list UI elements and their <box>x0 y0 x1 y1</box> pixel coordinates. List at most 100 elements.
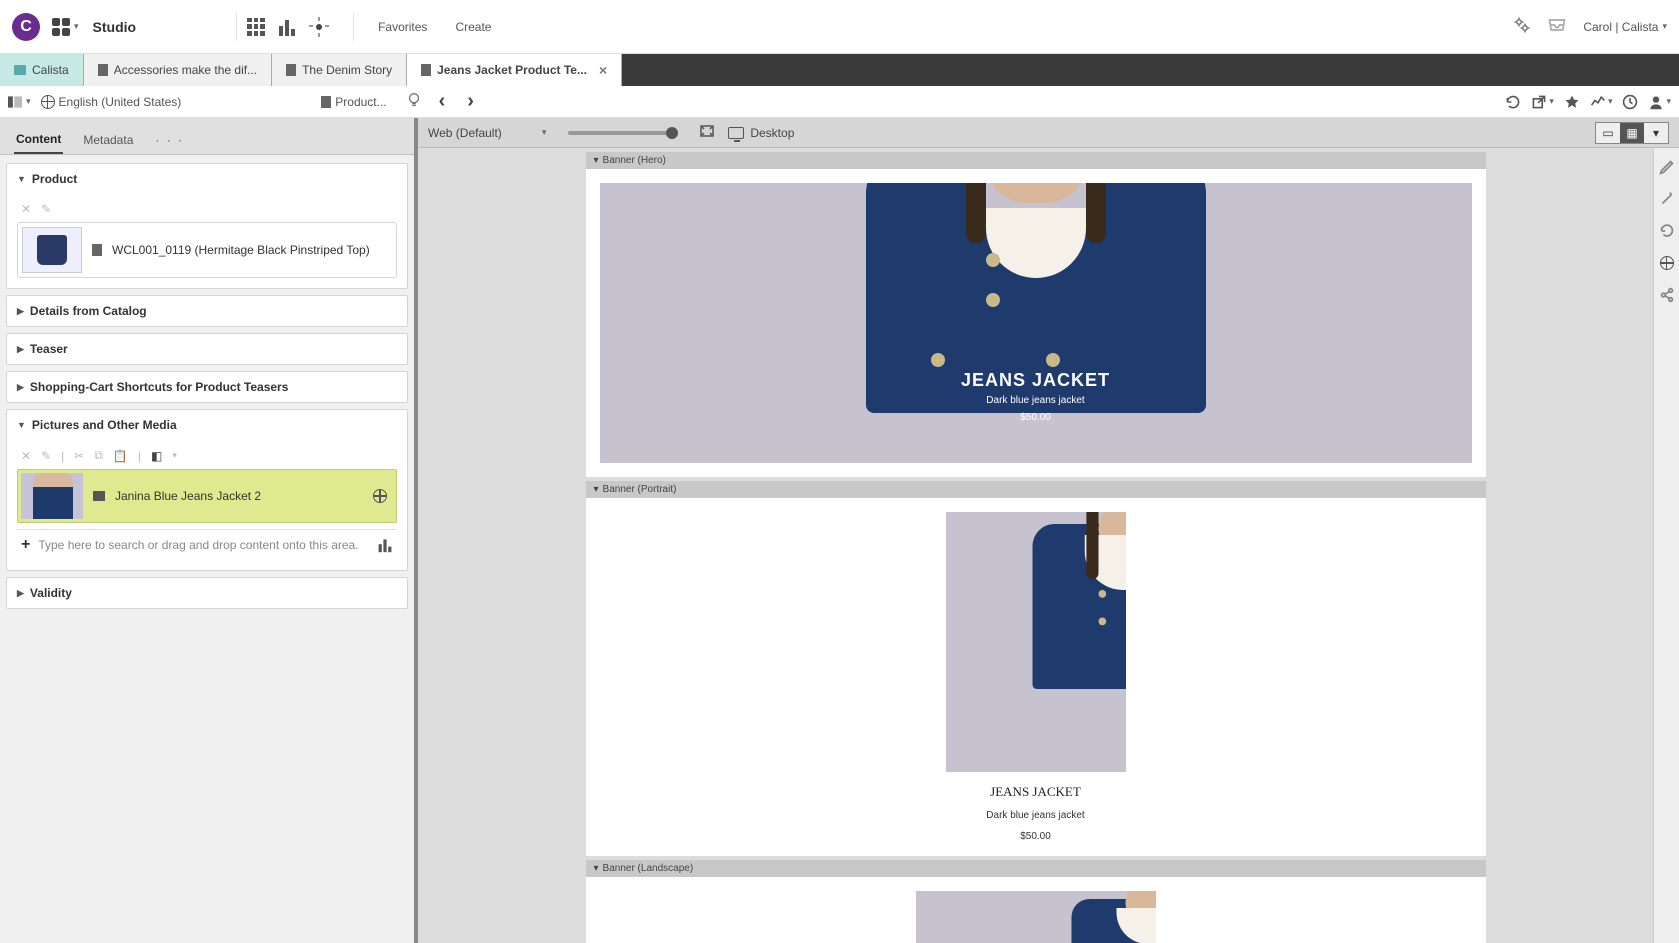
nav-prev[interactable]: ‹ <box>433 90 452 113</box>
breadcrumb-label: Product... <box>335 95 386 109</box>
slider-knob[interactable] <box>666 127 678 139</box>
app-logo[interactable]: C <box>12 13 40 41</box>
document-icon <box>286 64 296 76</box>
section-header[interactable]: ▼ Pictures and Other Media <box>7 410 407 440</box>
section-teaser: ▶ Teaser <box>6 333 408 365</box>
portrait-price: $50.00 <box>600 831 1472 842</box>
section-header[interactable]: ▶ Teaser <box>7 334 407 364</box>
hero-title: JEANS JACKET <box>600 370 1472 391</box>
tab-denim-story[interactable]: The Denim Story <box>272 54 407 86</box>
preview-scroll[interactable]: ▾ Banner (Hero) <box>418 148 1653 943</box>
device-label[interactable]: Desktop <box>728 126 794 140</box>
divider <box>236 13 237 41</box>
caret-down-icon: ▾ <box>1662 21 1667 32</box>
delete-icon[interactable]: ✕ <box>21 202 31 216</box>
cut-icon[interactable]: ✂ <box>74 449 84 463</box>
add-icon[interactable]: + <box>21 536 30 554</box>
create-link[interactable]: Create <box>455 20 491 34</box>
tab-content[interactable]: Content <box>14 126 63 154</box>
block-header-portrait[interactable]: ▾ Banner (Portrait) <box>586 481 1486 498</box>
media-drop-area[interactable]: + Type here to search or drag and drop c… <box>17 529 397 560</box>
settings-icon[interactable] <box>1513 16 1531 37</box>
block-header-landscape[interactable]: ▾ Banner (Landscape) <box>586 860 1486 877</box>
product-breadcrumb[interactable]: Product... <box>321 95 386 109</box>
paste-icon[interactable]: 📋 <box>113 449 128 463</box>
zoom-slider[interactable] <box>568 131 678 135</box>
library-icon[interactable] <box>377 536 393 554</box>
preview-panel: Web (Default) ▾ Desktop ▭ ▦ ▾ ▾ Banner <box>418 118 1679 943</box>
brand-label: Studio <box>93 19 137 35</box>
tab-metadata[interactable]: Metadata <box>81 127 135 153</box>
collapse-icon: ▾ <box>594 863 599 874</box>
device-text: Desktop <box>750 126 794 140</box>
locale-selector[interactable]: English (United States) <box>41 95 182 109</box>
collapse-icon: ▾ <box>594 484 599 495</box>
section-title: Product <box>32 172 77 186</box>
mode-b[interactable]: ▦ <box>1620 123 1644 143</box>
grid-view-button[interactable] <box>247 18 265 36</box>
user-menu[interactable]: Carol | Calista ▾ <box>1583 20 1667 34</box>
collapse-icon: ▾ <box>594 155 599 166</box>
fit-icon[interactable] <box>700 125 714 140</box>
block-header-hero[interactable]: ▾ Banner (Hero) <box>586 152 1486 169</box>
nav-next[interactable]: › <box>461 90 480 113</box>
target-button[interactable] <box>309 17 329 37</box>
preview-mode-toggles: ▭ ▦ ▾ <box>1595 122 1669 144</box>
close-tab-icon[interactable]: × <box>599 62 607 78</box>
pencil-icon[interactable] <box>1658 158 1676 176</box>
edit-icon[interactable]: ✎ <box>41 202 51 216</box>
apps-menu[interactable]: ▾ <box>52 18 79 36</box>
tab-accessories[interactable]: Accessories make the dif... <box>84 54 272 86</box>
mode-a[interactable]: ▭ <box>1596 123 1620 143</box>
expand-icon: ▶ <box>17 382 24 393</box>
document-icon <box>321 96 331 108</box>
section-title: Details from Catalog <box>30 304 147 318</box>
mode-menu[interactable]: ▾ <box>1644 123 1668 143</box>
schedule-button[interactable] <box>1622 94 1638 110</box>
product-item-label: WCL001_0119 (Hermitage Black Pinstriped … <box>112 243 392 257</box>
tab-more[interactable]: · · · <box>153 127 186 153</box>
tab-jeans-jacket[interactable]: Jeans Jacket Product Te... × <box>407 54 622 86</box>
expand-icon: ▶ <box>17 588 24 599</box>
section-header[interactable]: ▶ Validity <box>7 578 407 608</box>
edit-icon[interactable]: ✎ <box>41 449 51 463</box>
expand-icon: ▶ <box>17 306 24 317</box>
document-icon <box>421 64 431 76</box>
locale-label: English (United States) <box>59 95 182 109</box>
product-reference-row[interactable]: WCL001_0119 (Hermitage Black Pinstriped … <box>17 222 397 278</box>
tab-calista[interactable]: Calista <box>0 54 84 86</box>
channel-selector[interactable]: Web (Default) ▾ <box>428 126 546 140</box>
delete-icon[interactable]: ✕ <box>21 449 31 463</box>
lightbulb-icon[interactable] <box>405 91 423 112</box>
bookmark-button[interactable] <box>1564 94 1580 110</box>
section-header[interactable]: ▶ Details from Catalog <box>7 296 407 326</box>
landscape-image <box>916 891 1156 943</box>
globe-icon[interactable] <box>373 489 387 503</box>
main-split: Content Metadata · · · ▼ Product ✕ ✎ <box>0 118 1679 943</box>
share-icon[interactable] <box>1658 286 1676 304</box>
media-item-row[interactable]: Janina Blue Jeans Jacket 2 <box>17 469 397 523</box>
library-icon[interactable]: ◧ <box>151 449 162 463</box>
product-thumbnail <box>22 227 82 273</box>
reload-button[interactable] <box>1505 94 1521 110</box>
section-header[interactable]: ▶ Shopping-Cart Shortcuts for Product Te… <box>7 372 407 402</box>
section-header[interactable]: ▼ Product <box>7 164 407 194</box>
inbox-icon[interactable] <box>1547 16 1567 37</box>
section-details: ▶ Details from Catalog <box>6 295 408 327</box>
wand-icon[interactable] <box>1658 190 1676 208</box>
right-tool-rail <box>1653 148 1679 943</box>
open-external-button[interactable]: ▾ <box>1531 94 1554 110</box>
portrait-title: JEANS JACKET <box>600 784 1472 800</box>
block-title: Banner (Hero) <box>603 155 666 166</box>
toolbar-divider: | <box>61 449 64 463</box>
user-action-button[interactable]: ▾ <box>1648 94 1671 110</box>
media-item-label: Janina Blue Jeans Jacket 2 <box>115 489 261 503</box>
media-thumbnail <box>21 473 83 519</box>
analytics-button[interactable] <box>279 18 295 36</box>
layout-toggle[interactable]: ▾ <box>8 95 31 109</box>
chart-button[interactable]: ▾ <box>1590 94 1613 110</box>
refresh-icon[interactable] <box>1658 222 1676 240</box>
favorites-link[interactable]: Favorites <box>378 20 427 34</box>
copy-icon[interactable]: ⧉ <box>94 448 103 463</box>
globe-icon[interactable] <box>1658 254 1676 272</box>
